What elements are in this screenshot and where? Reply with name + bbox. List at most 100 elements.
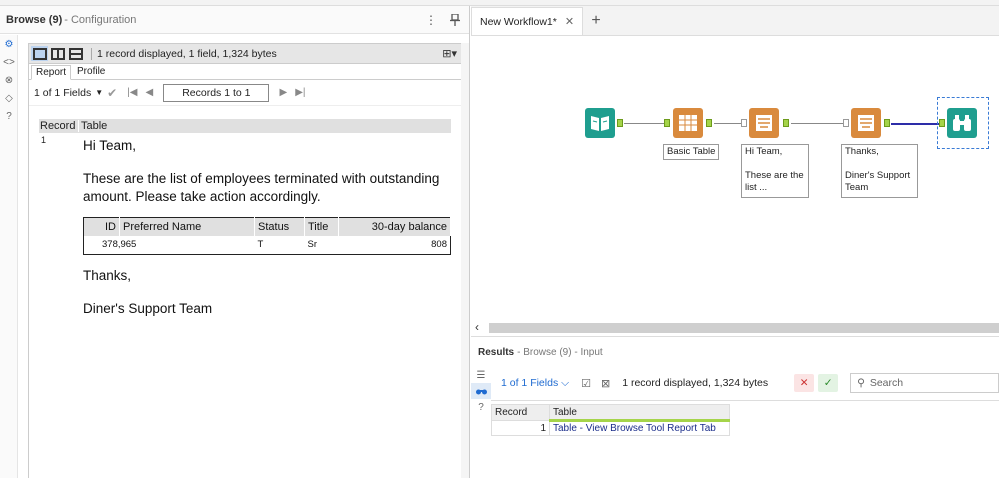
checkmark-icon[interactable]: ✔ (107, 86, 117, 100)
horizontal-split-button[interactable] (67, 46, 84, 61)
results-fields-label: 1 of 1 Fields (501, 376, 559, 389)
browse-tool[interactable] (947, 108, 977, 138)
last-record-icon[interactable]: ▶| (295, 87, 305, 98)
search-icon: ⚲ (857, 377, 865, 389)
results-header: Results - Browse (9) - Input (471, 337, 999, 367)
next-record-icon[interactable]: ▶ (279, 87, 287, 98)
gear-icon[interactable]: ⚙ (0, 35, 18, 53)
more-options-icon[interactable]: ⋮ (423, 12, 439, 28)
tab-new-workflow[interactable]: New Workflow1* ✕ (471, 7, 584, 35)
cell-balance: 808 (431, 239, 447, 250)
vertical-scrollbar[interactable] (461, 43, 469, 478)
output-anchor[interactable] (706, 119, 712, 127)
basic-table-tool[interactable] (673, 108, 703, 138)
input-anchor[interactable] (939, 119, 945, 127)
report-message: These are the list of employees terminat… (83, 171, 440, 204)
pin-icon[interactable] (447, 12, 463, 28)
edit-check-icon[interactable]: ☑ (581, 377, 591, 390)
binoculars-icon (953, 115, 971, 131)
layout-horizontal-icon (68, 47, 83, 60)
th-id: ID (83, 217, 120, 236)
results-toolbar: 1 of 1 Fields ⌵ ☑ ⊠ 1 record displayed, … (491, 367, 999, 399)
scrollbar-track[interactable] (489, 323, 999, 333)
results-row-value[interactable]: Table - View Browse Tool Report Tab (549, 420, 730, 436)
fields-selector[interactable]: 1 of 1 Fields (34, 87, 91, 99)
help-icon[interactable]: ? (471, 399, 491, 415)
panel-title: Browse (9) (6, 13, 63, 26)
th-preferred-name: Preferred Name (119, 217, 255, 236)
cell-id: 378,965 (102, 239, 137, 250)
binoculars-icon[interactable] (471, 383, 491, 399)
results-table: Record Table 1 Table - View Browse Tool … (491, 404, 730, 436)
results-panel: Results - Browse (9) - Input ☰ ? 1 of 1 … (471, 336, 999, 478)
th-title: Title (304, 217, 339, 236)
report-text-label-1: Hi Team, These are the list ... (741, 144, 809, 198)
table-icon (679, 115, 697, 131)
results-grid: Record Table 1 Table - View Browse Tool … (491, 400, 999, 478)
tag-icon[interactable]: ◇ (0, 89, 18, 107)
results-col-record[interactable]: Record (491, 404, 550, 421)
chevron-down-icon[interactable]: ▼ (95, 88, 103, 97)
cell-title: Sr (307, 239, 318, 250)
output-anchor[interactable] (884, 119, 890, 127)
results-title: Results (478, 346, 515, 358)
results-record-info: 1 record displayed, 1,324 bytes (622, 377, 769, 389)
layout-single-icon (32, 47, 47, 60)
results-table-header: Record Table (491, 404, 730, 422)
report-col-record: Record (39, 120, 79, 132)
input-anchor[interactable] (664, 119, 670, 127)
canvas-horizontal-scrollbar[interactable]: ‹ (471, 320, 999, 334)
close-icon[interactable]: ✕ (565, 15, 574, 28)
panel-subtitle: - Configuration (64, 13, 137, 26)
results-col-table[interactable]: Table (549, 404, 730, 422)
apply-button[interactable]: ✓ (818, 374, 839, 392)
help-icon[interactable]: ? (0, 107, 18, 125)
close-circle-icon[interactable]: ⊗ (0, 71, 18, 89)
input-anchor[interactable] (741, 119, 747, 127)
record-navigation: 1 of 1 Fields ▼ ✔ |◀ ◀ Records 1 to 1 ▶ … (29, 80, 461, 106)
input-anchor[interactable] (843, 119, 849, 127)
vertical-split-button[interactable] (49, 46, 66, 61)
tab-report[interactable]: Report (31, 65, 72, 80)
workflow-tab-bar: New Workflow1* ✕ + (471, 6, 999, 36)
search-input[interactable]: ⚲ Search (850, 373, 999, 393)
report-text-tool-1[interactable] (749, 108, 779, 138)
report-closing: Thanks, (83, 268, 132, 283)
scroll-left-icon[interactable]: ‹ (475, 320, 479, 334)
workflow-tab-label: New Workflow1* (480, 15, 557, 28)
list-icon[interactable]: ☰ (471, 367, 491, 383)
report-text-label-2: Thanks, Diner's Support Team (841, 144, 918, 198)
output-anchor[interactable] (617, 119, 623, 127)
cell-status: T (257, 239, 264, 250)
report-signature: Diner's Support Team (83, 301, 213, 316)
workflow-canvas[interactable]: Basic Table Hi Team, These are the list … (471, 36, 999, 322)
clear-icon[interactable]: ⊠ (601, 377, 610, 390)
single-layout-button[interactable] (31, 46, 48, 61)
results-side-toolbar: ☰ ? (471, 367, 491, 478)
config-side-toolbar: ⚙ <> ⊗ ◇ ? (0, 35, 18, 478)
cancel-button[interactable]: ✕ (794, 374, 815, 392)
connection-line (624, 123, 664, 124)
input-data-tool[interactable] (585, 108, 615, 138)
results-fields-selector[interactable]: 1 of 1 Fields ⌵ (501, 377, 569, 390)
report-text-tool-2[interactable] (851, 108, 881, 138)
code-icon[interactable]: <> (0, 53, 18, 71)
report-greeting: Hi Team, (83, 138, 137, 153)
previous-record-icon[interactable]: ◀ (145, 87, 153, 98)
output-anchor[interactable] (783, 119, 789, 127)
connection-line (791, 123, 843, 124)
report-header: Record Table (39, 119, 451, 133)
th-balance: 30-day balance (338, 217, 451, 236)
connection-line-selected (891, 123, 939, 125)
results-subtitle: - Browse (9) - Input (517, 346, 603, 358)
th-status: Status (254, 217, 305, 236)
add-tab-icon[interactable]: + (583, 7, 609, 35)
tab-profile[interactable]: Profile (72, 64, 110, 79)
first-record-icon[interactable]: |◀ (127, 87, 137, 98)
records-range: Records 1 to 1 (163, 83, 270, 102)
report-view: Record Table 1 Hi Team, These are the li… (39, 119, 451, 316)
table-row[interactable]: 1 Table - View Browse Tool Report Tab (491, 420, 730, 436)
report-table-header: ID Preferred Name Status Title 30-day ba… (83, 217, 451, 236)
view-menu-icon[interactable]: ⊞▾ (442, 47, 457, 60)
browse-record-info: 1 record displayed, 1 field, 1,324 bytes (91, 47, 277, 60)
